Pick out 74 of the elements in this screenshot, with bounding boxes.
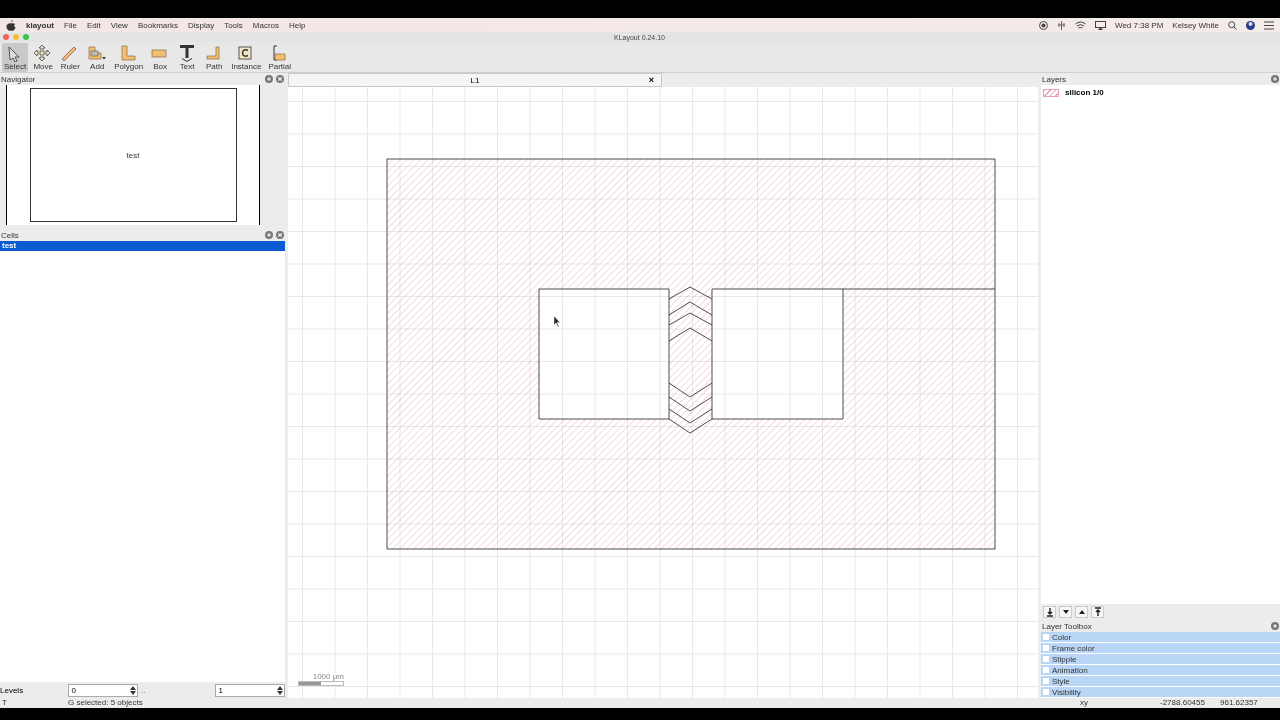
float-icon: [1271, 75, 1279, 83]
mode-indicator: T: [1, 698, 8, 708]
toolbox-section[interactable]: Visibility: [1041, 687, 1280, 698]
menu-item[interactable]: Macros: [252, 20, 280, 30]
levels-label: Levels: [0, 685, 25, 695]
panel-title: Layers: [1042, 74, 1066, 84]
tool-button[interactable]: Add: [85, 43, 110, 72]
float-icon: [265, 231, 273, 239]
level-spinbox[interactable]: 0: [68, 683, 139, 697]
close-icon: [276, 231, 284, 239]
y-coordinate: 961.62357: [1220, 698, 1259, 708]
tool-button[interactable]: Polygon: [112, 43, 146, 72]
scale-bar: [298, 681, 344, 686]
menu-item[interactable]: Help: [289, 20, 306, 30]
stepper-icon: [130, 685, 137, 695]
wifi-icon: [1075, 20, 1086, 30]
coordinate-label: xy: [1080, 698, 1089, 708]
panel-title: Navigator: [1, 74, 36, 84]
menu-item[interactable]: Tools: [224, 20, 243, 30]
tool-button[interactable]: Instance: [229, 43, 264, 72]
cell-label: test: [126, 150, 140, 160]
to-top-icon: [1092, 607, 1103, 617]
record-icon: [1039, 20, 1048, 30]
tool-button[interactable]: Ruler: [58, 43, 83, 72]
float-icon: [1271, 622, 1279, 630]
menu-item[interactable]: Edit: [86, 20, 101, 30]
tool-button[interactable]: Box: [148, 43, 173, 72]
toolbox-section[interactable]: Style: [1041, 676, 1280, 687]
menu-item[interactable]: Bookmarks: [137, 20, 178, 30]
user-name[interactable]: Kelsey White: [1172, 20, 1219, 30]
tool-button[interactable]: Select: [2, 43, 29, 72]
close-icon: [276, 75, 284, 83]
to-bottom-icon: [1044, 607, 1055, 617]
panel-title: Layer Toolbox: [1042, 621, 1092, 631]
layout-canvas[interactable]: 1000 µm: [288, 87, 1038, 698]
navigator-view[interactable]: test: [6, 85, 260, 225]
menu-icon: [1264, 20, 1274, 30]
toolbox-section[interactable]: Animation: [1041, 665, 1280, 676]
tab-close-button[interactable]: ×: [648, 75, 654, 85]
panel-title: Cells: [1, 230, 19, 240]
stepper-icon: [277, 685, 283, 695]
selection-status: G selected: 5 objects: [68, 698, 143, 708]
mouse-cursor-icon: [553, 315, 561, 328]
app-menu[interactable]: klayout: [26, 20, 54, 30]
tool-button[interactable]: Move: [31, 43, 56, 72]
range-separator: ..: [140, 685, 147, 695]
menu-item[interactable]: View: [110, 20, 128, 30]
layer-order-button[interactable]: [1059, 606, 1072, 618]
cell-item[interactable]: test: [0, 241, 285, 251]
float-icon: [265, 75, 273, 83]
x-coordinate: -2788.60455: [1160, 698, 1206, 708]
add-tool-icon: [87, 44, 108, 62]
menu-item[interactable]: Display: [187, 20, 215, 30]
tool-button[interactable]: Text: [175, 43, 200, 72]
layout-tab[interactable]: L1 ×: [288, 73, 662, 87]
display-icon: [1095, 20, 1106, 30]
tool-button[interactable]: Path: [202, 43, 227, 72]
siri-icon: [1246, 20, 1255, 30]
toolbox-section[interactable]: Color: [1041, 632, 1280, 643]
connector-icon: [1057, 20, 1066, 30]
apple-icon: [6, 19, 16, 31]
tool-button[interactable]: Partial: [266, 43, 294, 72]
layer-order-button[interactable]: [1043, 606, 1056, 618]
toolbox-section[interactable]: Frame color: [1041, 643, 1280, 654]
layer-order-button[interactable]: [1075, 606, 1088, 618]
polygon-tool-icon: [118, 44, 139, 62]
search-icon: [1228, 20, 1237, 30]
layer-item[interactable]: silicon 1/0: [1041, 87, 1280, 98]
toolbox-section[interactable]: Stipple: [1041, 654, 1280, 665]
menu-item[interactable]: File: [64, 20, 77, 30]
level-spinbox[interactable]: 1: [215, 683, 285, 697]
layer-order-button[interactable]: [1091, 606, 1104, 618]
clock: Wed 7:38 PM: [1115, 20, 1164, 30]
scale-label: 1000 µm: [312, 672, 344, 681]
